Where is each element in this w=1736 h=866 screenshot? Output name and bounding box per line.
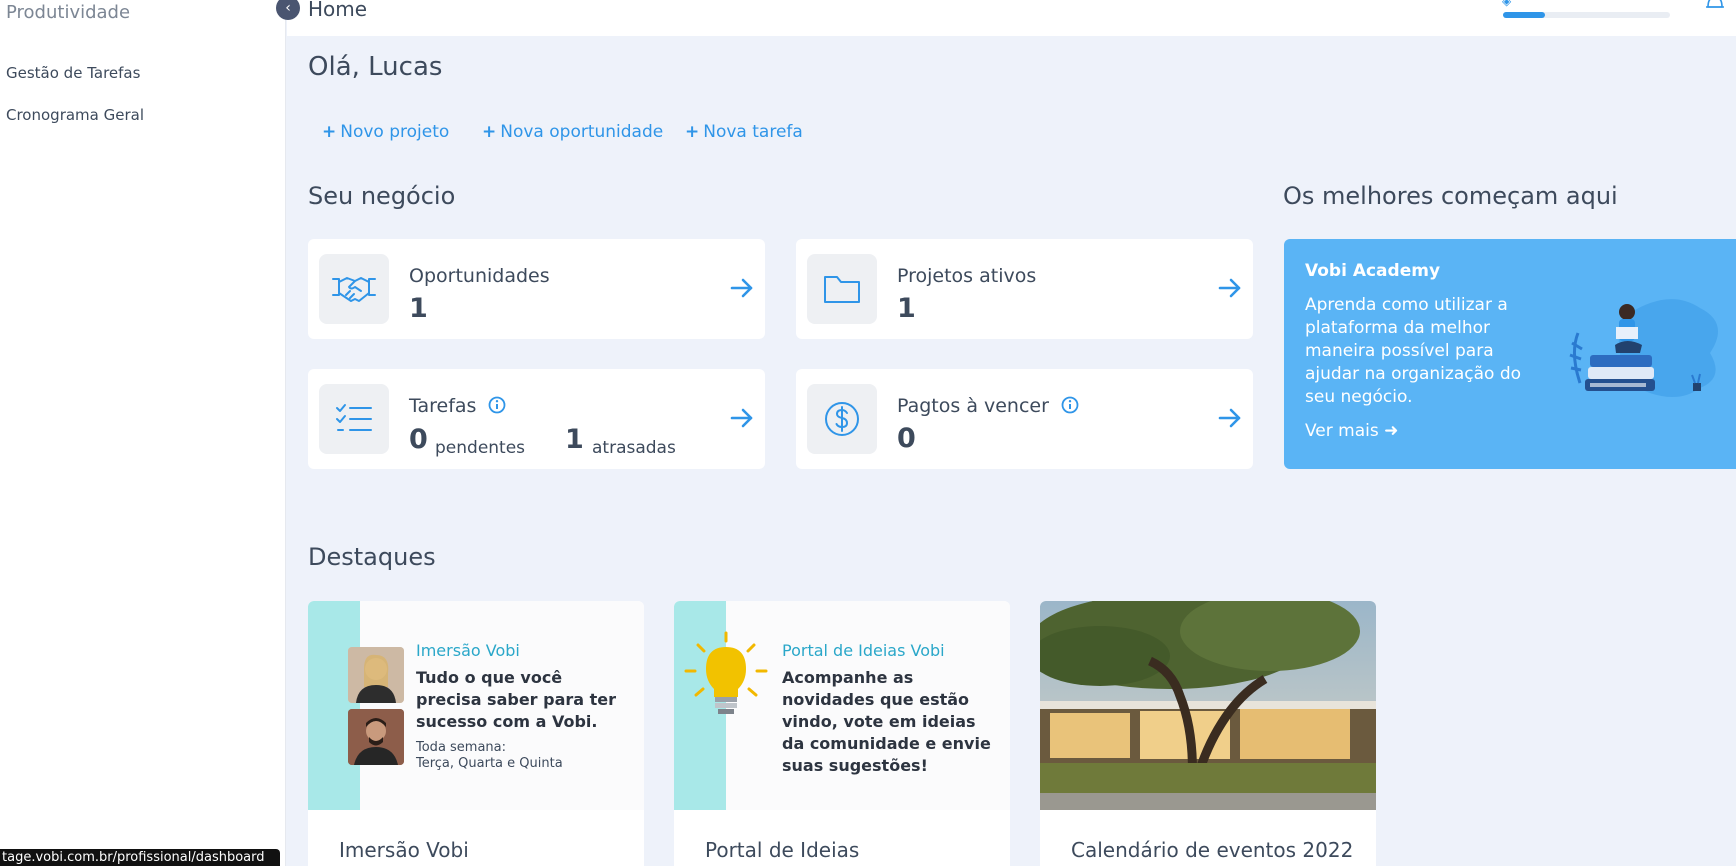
presenter-photo [348, 647, 404, 703]
payments-due-count: 0 [897, 423, 916, 454]
payments-due-card[interactable]: Pagtos à vencer 0 [796, 369, 1253, 469]
presenter-photo [348, 709, 404, 765]
tasks-label: Tarefas [409, 395, 506, 417]
opportunities-card[interactable]: Oportunidades 1 [308, 239, 765, 339]
new-project-label: Novo projeto [340, 122, 450, 142]
ideas-banner-tag: Portal de Ideias Vobi [782, 641, 945, 660]
arrow-right-icon[interactable] [729, 275, 755, 301]
sidebar-item-task-management[interactable]: Gestão de Tarefas [6, 64, 140, 82]
active-projects-count: 1 [897, 293, 916, 324]
breadcrumb: Home [308, 0, 368, 21]
ideas-banner-headline: Acompanhe as novidades que estão vindo, … [782, 668, 991, 775]
sidebar: Produtividade Gestão de Tarefas Cronogra… [0, 0, 286, 866]
handshake-icon [319, 254, 389, 324]
collapse-sidebar-button[interactable]: ‹ [276, 0, 300, 20]
best-section-title: Os melhores começam aqui [1283, 182, 1618, 210]
academy-description: Aprenda como utilizar a plataforma da me… [1305, 295, 1522, 407]
onboarding-progress-fill [1503, 12, 1545, 18]
dollar-circle-icon [807, 384, 877, 454]
events-photo [1040, 601, 1376, 810]
tasks-late-label: atrasadas [592, 438, 676, 458]
plus-icon: + [482, 122, 497, 142]
new-task-label: Nova tarefa [703, 122, 803, 142]
payments-due-label: Pagtos à vencer [897, 395, 1079, 417]
highlights-section-title: Destaques [308, 543, 436, 571]
opportunities-count: 1 [409, 293, 428, 324]
opportunities-label: Oportunidades [409, 265, 550, 287]
reading-woman-illustration [1569, 299, 1718, 397]
onboarding-progress-bar[interactable] [1503, 12, 1670, 18]
sidebar-item-general-schedule[interactable]: Cronograma Geral [6, 106, 144, 124]
tasks-pending-count: 0 [409, 424, 428, 455]
new-opportunity-label: Nova oportunidade [500, 122, 664, 142]
ideas-portal-banner: Portal de Ideias Vobi Acompanhe as novid… [674, 601, 1010, 810]
tasks-late-count: 1 [565, 424, 584, 455]
arrow-right-icon[interactable] [1217, 275, 1243, 301]
page-greeting: Olá, Lucas [308, 52, 443, 82]
academy-see-more-label: Ver mais [1305, 421, 1379, 441]
immersion-banner-tag: Imersão Vobi [416, 641, 520, 660]
teal-band [308, 601, 360, 810]
vobi-academy-card[interactable]: Vobi Academy Aprenda como utilizar a pla… [1284, 239, 1736, 469]
highlight-card-events-calendar[interactable]: Calendário de eventos 2022 [1040, 601, 1376, 866]
new-project-link[interactable]: + Novo projeto [322, 122, 449, 142]
chevron-left-icon: ‹ [285, 0, 291, 16]
new-opportunity-link[interactable]: + Nova oportunidade [482, 122, 663, 142]
highlight-card-immersion[interactable]: Imersão Vobi Tudo o que você precisa sab… [308, 601, 644, 866]
arrow-right-icon[interactable] [729, 405, 755, 431]
payments-due-title: Pagtos à vencer [897, 395, 1049, 417]
arrow-right-icon[interactable] [1217, 405, 1243, 431]
highlight-caption: Calendário de eventos 2022 [1071, 838, 1354, 862]
academy-title: Vobi Academy [1305, 261, 1441, 281]
folder-icon [807, 254, 877, 324]
top-bar: ‹ Home ◈ [276, 0, 1736, 36]
immersion-note-line-2: Terça, Quarta e Quinta [416, 756, 563, 771]
arrow-right-icon: ➜ [1384, 421, 1399, 441]
tasks-title: Tarefas [409, 395, 477, 417]
highlight-caption: Imersão Vobi [339, 838, 469, 862]
info-icon[interactable] [488, 396, 506, 414]
active-projects-label: Projetos ativos [897, 265, 1037, 287]
plus-icon: + [322, 122, 337, 142]
tasks-pending-label: pendentes [435, 438, 526, 458]
plus-icon: + [685, 122, 700, 142]
immersion-banner-note: Toda semana: Terça, Quarta e Quinta [416, 740, 563, 772]
highlight-card-ideas-portal[interactable]: Portal de Ideias Vobi Acompanhe as novid… [674, 601, 1010, 866]
business-section-title: Seu negócio [308, 182, 456, 210]
lightbulb-icon [684, 631, 768, 714]
notifications-bell-icon[interactable] [1704, 0, 1728, 10]
academy-see-more-link[interactable]: Ver mais ➜ [1305, 421, 1398, 441]
info-icon[interactable] [1061, 396, 1079, 414]
onboarding-icon: ◈ [1502, 0, 1512, 8]
status-bar-url: tage.vobi.com.br/profissional/dashboard [0, 849, 280, 866]
active-projects-card[interactable]: Projetos ativos 1 [796, 239, 1253, 339]
tasks-card[interactable]: Tarefas 0 pendentes 1 atrasadas [308, 369, 765, 469]
checklist-icon [319, 384, 389, 454]
immersion-banner-headline: Tudo o que você precisa saber para ter s… [416, 668, 617, 731]
highlight-caption: Portal de Ideias [705, 838, 860, 862]
immersion-banner: Imersão Vobi Tudo o que você precisa sab… [308, 601, 644, 810]
immersion-note-line-1: Toda semana: [416, 740, 507, 755]
new-task-link[interactable]: + Nova tarefa [685, 122, 803, 142]
sidebar-section-title: Produtividade [6, 2, 131, 23]
